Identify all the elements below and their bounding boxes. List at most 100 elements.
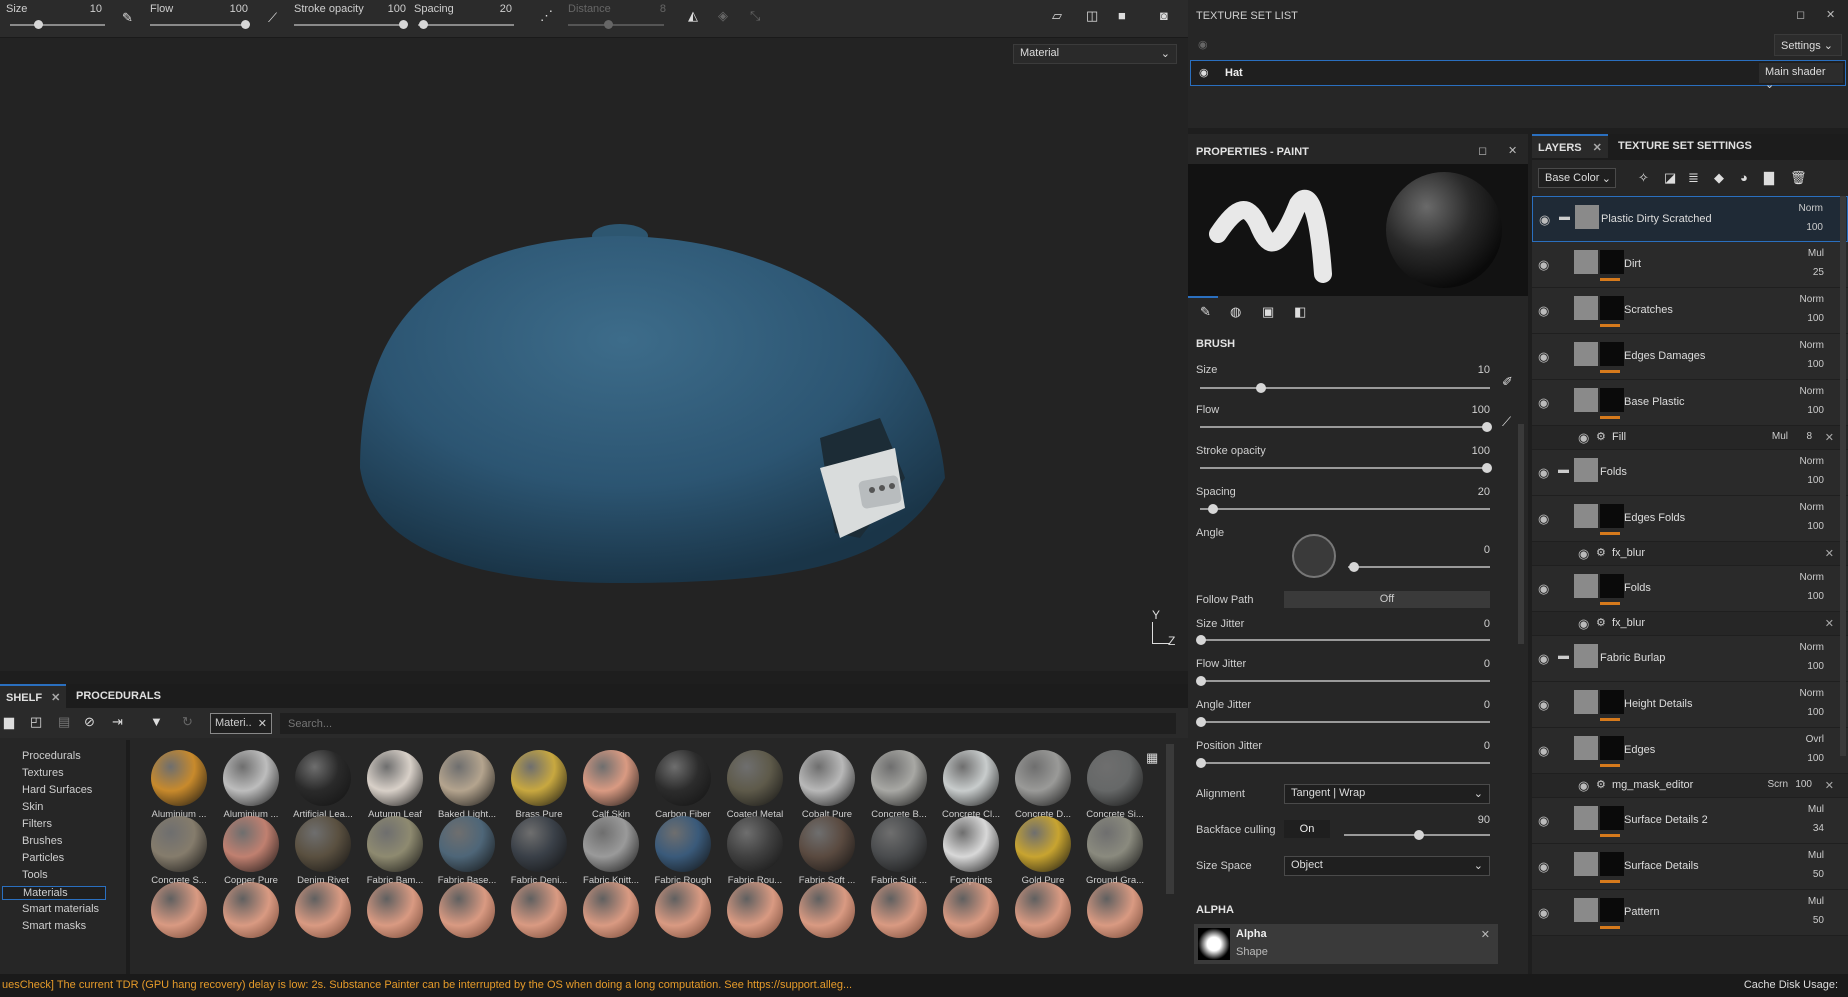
viewport-3d[interactable]: Y Z	[0, 38, 1188, 671]
shelf-category-item[interactable]: Filters	[22, 818, 52, 830]
material-thumbnail[interactable]	[1010, 880, 1076, 958]
toolbar-flow-knob[interactable]	[241, 20, 250, 29]
close-icon[interactable]: ✕	[1825, 617, 1834, 630]
shelf-splitter[interactable]	[126, 740, 130, 974]
add-fill-icon[interactable]: ◆	[1714, 170, 1724, 186]
close-icon[interactable]: ✕	[1825, 779, 1834, 792]
eye-icon[interactable]: ◉	[1198, 38, 1208, 51]
material-thumbnail[interactable]	[362, 880, 428, 958]
eye-icon[interactable]: ◉	[1578, 430, 1589, 446]
material-thumbnail[interactable]	[578, 880, 644, 958]
brush-size-knob[interactable]	[1256, 383, 1266, 393]
blend-mode-select[interactable]: Norm	[1800, 294, 1824, 305]
add-smart-material-icon[interactable]: ◕	[1740, 170, 1748, 185]
toolbar-flow-slider[interactable]	[150, 24, 248, 26]
shader-select[interactable]: Main shader ⌄	[1759, 63, 1843, 91]
layer-row[interactable]: ◉ Folds Norm 100	[1532, 566, 1848, 612]
shelf-category-item[interactable]: Smart masks	[22, 920, 86, 932]
pressure-icon[interactable]: ✐	[1502, 374, 1513, 390]
brush-stroke-value[interactable]: 100	[1460, 445, 1490, 457]
toolbar-spacing-knob[interactable]	[419, 20, 428, 29]
eye-icon[interactable]: ◉	[1199, 66, 1209, 79]
blend-mode-select[interactable]: Norm	[1800, 456, 1824, 467]
toolbar-spacing-slider[interactable]	[418, 24, 514, 26]
toolbar-flow-value[interactable]: 100	[218, 3, 248, 15]
pen-pressure-icon[interactable]: ⟋	[1502, 414, 1511, 430]
save-icon[interactable]: ▤	[58, 714, 70, 730]
flow-jitter-slider[interactable]	[1200, 680, 1490, 682]
material-thumbnail[interactable]	[722, 880, 788, 958]
brush-angle-slider[interactable]	[1348, 566, 1490, 568]
2d-view-icon[interactable]: ▱	[1052, 8, 1062, 24]
properties-scrollbar[interactable]	[1518, 424, 1524, 644]
folder-icon[interactable]: ▬	[1559, 211, 1570, 223]
tab-procedurals[interactable]: PROCEDURALS	[70, 684, 167, 708]
material-thumbnail[interactable]	[290, 880, 356, 958]
layer-effect-row[interactable]: ◉ ⚙ fx_blur ✕	[1532, 612, 1848, 636]
eye-icon[interactable]: ◉	[1578, 616, 1589, 632]
material-thumbnail[interactable]	[146, 880, 212, 958]
maximize-icon[interactable]: ◻	[1796, 8, 1805, 21]
size-jitter-slider[interactable]	[1200, 639, 1490, 641]
layer-row[interactable]: ◉ Pattern Mul 50	[1532, 890, 1848, 936]
blend-mode-select[interactable]: Norm	[1800, 340, 1824, 351]
size-jitter-value[interactable]: 0	[1460, 618, 1490, 630]
screenshot-icon[interactable]: ◙	[1160, 8, 1168, 23]
layer-row[interactable]: ◉ Edges Folds Norm 100	[1532, 496, 1848, 542]
blend-mode-select[interactable]: Norm	[1800, 642, 1824, 653]
toolbar-stroke-value[interactable]: 100	[376, 3, 406, 15]
layer-opacity[interactable]: 100	[1807, 521, 1824, 532]
layer-opacity[interactable]: 8	[1806, 431, 1812, 442]
layer-row[interactable]: ◉ Edges Damages Norm 100	[1532, 334, 1848, 380]
material-thumbnail[interactable]	[218, 880, 284, 958]
layer-opacity[interactable]: 100	[1807, 661, 1824, 672]
position-jitter-value[interactable]: 0	[1460, 740, 1490, 752]
brush-icon[interactable]: ✎	[122, 10, 133, 26]
eye-icon[interactable]: ◉	[1538, 813, 1549, 829]
layer-row[interactable]: ◉ ▬ Plastic Dirty Scratched Norm 100	[1532, 196, 1848, 242]
crop-icon[interactable]: ⤡	[750, 8, 760, 24]
toolbar-size-knob[interactable]	[34, 20, 43, 29]
blend-mode-select[interactable]: Mul	[1808, 804, 1824, 815]
blend-mode-select[interactable]: Scrn	[1767, 779, 1788, 790]
blend-mode-select[interactable]: Mul	[1808, 850, 1824, 861]
position-jitter-slider[interactable]	[1200, 762, 1490, 764]
layer-opacity[interactable]: 100	[1807, 591, 1824, 602]
stencil-tab-icon[interactable]: ▣	[1262, 304, 1274, 320]
eye-icon[interactable]: ◉	[1538, 743, 1549, 759]
shelf-category-item[interactable]: Smart materials	[22, 903, 99, 915]
eye-icon[interactable]: ◉	[1538, 581, 1549, 597]
blend-mode-select[interactable]: Norm	[1800, 386, 1824, 397]
brush-spacing-knob[interactable]	[1208, 504, 1218, 514]
delete-icon[interactable]: 🗑	[1790, 170, 1807, 186]
blend-mode-select[interactable]: Norm	[1800, 572, 1824, 583]
layer-opacity[interactable]: 100	[1807, 313, 1824, 324]
blend-mode-select[interactable]: Ovrl	[1806, 734, 1824, 745]
layer-row[interactable]: ◉ ▬ Folds Norm 100	[1532, 450, 1848, 496]
layer-opacity[interactable]: 100	[1795, 779, 1812, 790]
folder-icon[interactable]: ▬	[1558, 464, 1569, 476]
angle-jitter-knob[interactable]	[1196, 717, 1206, 727]
refresh-icon[interactable]: ↻	[182, 714, 193, 730]
shelf-category-item[interactable]: Brushes	[22, 835, 62, 847]
alpha-tab-icon[interactable]: ◍	[1230, 304, 1241, 320]
layer-opacity[interactable]: 34	[1813, 823, 1824, 834]
material-thumbnail[interactable]	[1082, 880, 1148, 958]
settings-button[interactable]: Settings ⌄	[1774, 34, 1842, 56]
eye-icon[interactable]: ◉	[1578, 546, 1589, 562]
hide-icon[interactable]: ⊘	[84, 714, 95, 730]
viewport-mode-select[interactable]: Material ⌄	[1013, 44, 1177, 64]
brush-stroke-slider[interactable]	[1200, 467, 1490, 469]
tab-texture-set-settings[interactable]: TEXTURE SET SETTINGS	[1612, 134, 1758, 158]
pen-icon[interactable]: ⟋	[268, 10, 277, 26]
toolbar-size-slider[interactable]	[10, 24, 105, 26]
flow-jitter-value[interactable]: 0	[1460, 658, 1490, 670]
eye-icon[interactable]: ◉	[1539, 212, 1550, 228]
material-thumbnail[interactable]	[434, 880, 500, 958]
folder-icon[interactable]: ▆	[4, 714, 14, 730]
brush-flow-value[interactable]: 100	[1460, 404, 1490, 416]
3d-view-icon[interactable]: ◫	[1086, 8, 1098, 24]
layer-opacity[interactable]: 50	[1813, 915, 1824, 926]
shelf-scrollbar[interactable]	[1166, 744, 1174, 894]
grid-view-icon[interactable]: ▦	[1146, 750, 1158, 766]
